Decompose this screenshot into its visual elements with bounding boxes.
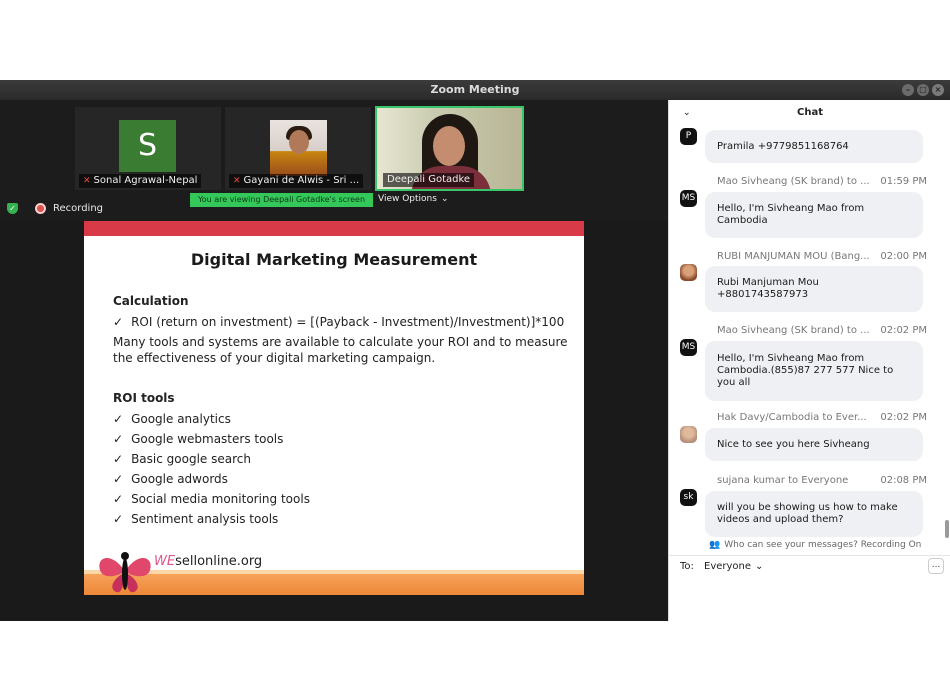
section-heading-roi-tools: ROI tools <box>113 391 175 405</box>
chat-message: Rubi Manjuman Mou +8801743587973 <box>705 266 923 312</box>
list-item: ✓ ROI (return on investment) = [(Payback… <box>113 315 565 329</box>
slide-paragraph: Many tools and systems are available to … <box>113 335 568 365</box>
maximize-button[interactable]: □ <box>917 84 929 96</box>
mic-muted-icon: ✕ <box>233 176 241 186</box>
participant-tile-deepali[interactable]: Deepali Gotadke <box>375 106 524 191</box>
mic-muted-icon: ✕ <box>83 176 91 186</box>
check-icon: ✓ <box>113 452 124 466</box>
participant-tile-sonal[interactable]: S ✕ Sonal Agrawal-Nepal <box>75 107 221 190</box>
message-meta: Mao Sivheang (SK brand) to ... 02:02 PM <box>717 325 927 336</box>
avatar: P <box>680 128 697 145</box>
window-controls: – □ × <box>902 84 944 96</box>
participant-name: ✕ Sonal Agrawal-Nepal <box>79 174 202 188</box>
chat-message: Hello, I'm Sivheang Mao from Cambodia.(8… <box>705 341 923 401</box>
list-item: ✓ Basic google search <box>113 452 251 466</box>
window-title: Zoom Meeting <box>430 83 520 96</box>
avatar: MS <box>680 190 697 207</box>
participant-name: ✕ Gayani de Alwis - Sri ... <box>229 174 364 188</box>
chat-message: will you be showing us how to make video… <box>705 491 923 537</box>
chat-message: Pramila +9779851168764 <box>705 130 923 163</box>
recording-notice[interactable]: 👥 Who can see your messages? Recording O… <box>709 540 921 550</box>
list-item: ✓ Social media monitoring tools <box>113 492 310 506</box>
list-item: ✓ Google webmasters tools <box>113 432 284 446</box>
participant-name: Deepali Gotadke <box>383 173 475 187</box>
chevron-down-icon: ⌄ <box>755 561 764 572</box>
participant-strip: S ✕ Sonal Agrawal-Nepal ✕ Gayani de Alwi… <box>0 100 668 221</box>
zoom-window: Zoom Meeting – □ × S ✕ Sonal Agrawal-Nep… <box>0 80 950 621</box>
shared-slide: Digital Marketing Measurement Calculatio… <box>84 221 584 595</box>
message-meta: RUBI MANJUMAN MOU (Bang... 02:00 PM <box>717 251 927 262</box>
check-icon: ✓ <box>113 432 124 446</box>
close-button[interactable]: × <box>932 84 944 96</box>
check-icon: ✓ <box>113 315 124 329</box>
chevron-down-icon[interactable]: ⌄ <box>683 100 691 126</box>
check-icon: ✓ <box>113 472 124 486</box>
message-meta: Mao Sivheang (SK brand) to ... 01:59 PM <box>717 176 927 187</box>
chat-header: ⌄ Chat <box>669 100 950 126</box>
minimize-button[interactable]: – <box>902 84 914 96</box>
chat-message: Hello, I'm Sivheang Mao from Cambodia <box>705 192 923 238</box>
check-icon: ✓ <box>113 492 124 506</box>
viewing-banner: You are viewing Deepali Gotadke's screen <box>190 193 373 207</box>
check-icon: ✓ <box>113 412 124 426</box>
chat-message: Nice to see you here Sivheang <box>705 428 923 461</box>
avatar: MS <box>680 339 697 356</box>
list-item: ✓ Sentiment analysis tools <box>113 512 279 526</box>
recipient-select[interactable]: Everyone ⌄ <box>699 558 768 575</box>
check-icon: ✓ <box>113 512 124 526</box>
avatar: sk <box>680 489 697 506</box>
section-heading-calculation: Calculation <box>113 294 189 308</box>
view-options-button[interactable]: View Options ⌄ <box>378 192 449 207</box>
slide-bottom-bar <box>84 574 584 595</box>
chevron-down-icon: ⌄ <box>440 194 449 204</box>
participant-tile-gayani[interactable]: ✕ Gayani de Alwis - Sri ... <box>225 107 371 190</box>
slide-top-bar <box>84 221 584 236</box>
to-label: To: <box>680 561 694 572</box>
message-meta: sujana kumar to Everyone 02:08 PM <box>717 475 927 486</box>
meeting-area: S ✕ Sonal Agrawal-Nepal ✕ Gayani de Alwi… <box>0 100 668 621</box>
avatar: S <box>119 120 176 172</box>
recording-label: Recording <box>53 203 104 214</box>
chat-panel: ⌄ Chat P Pramila +9779851168764 Mao Sivh… <box>668 100 950 621</box>
people-icon: 👥 <box>709 540 721 550</box>
list-item: ✓ Google analytics <box>113 412 231 426</box>
chat-scrollbar[interactable] <box>945 520 949 538</box>
avatar <box>270 120 327 176</box>
shield-icon[interactable]: ✓ <box>7 203 18 214</box>
logo-text: WEsellonline.org <box>154 554 263 569</box>
more-options-button[interactable]: ... <box>928 558 944 574</box>
avatar <box>680 426 697 443</box>
divider <box>669 555 950 556</box>
slide-title: Digital Marketing Measurement <box>190 250 478 269</box>
avatar <box>680 264 697 281</box>
butterfly-logo-icon <box>99 552 151 593</box>
record-icon[interactable] <box>35 203 46 214</box>
window-titlebar: Zoom Meeting – □ × <box>0 80 950 100</box>
message-meta: Hak Davy/Cambodia to Ever... 02:02 PM <box>717 412 927 423</box>
list-item: ✓ Google adwords <box>113 472 228 486</box>
